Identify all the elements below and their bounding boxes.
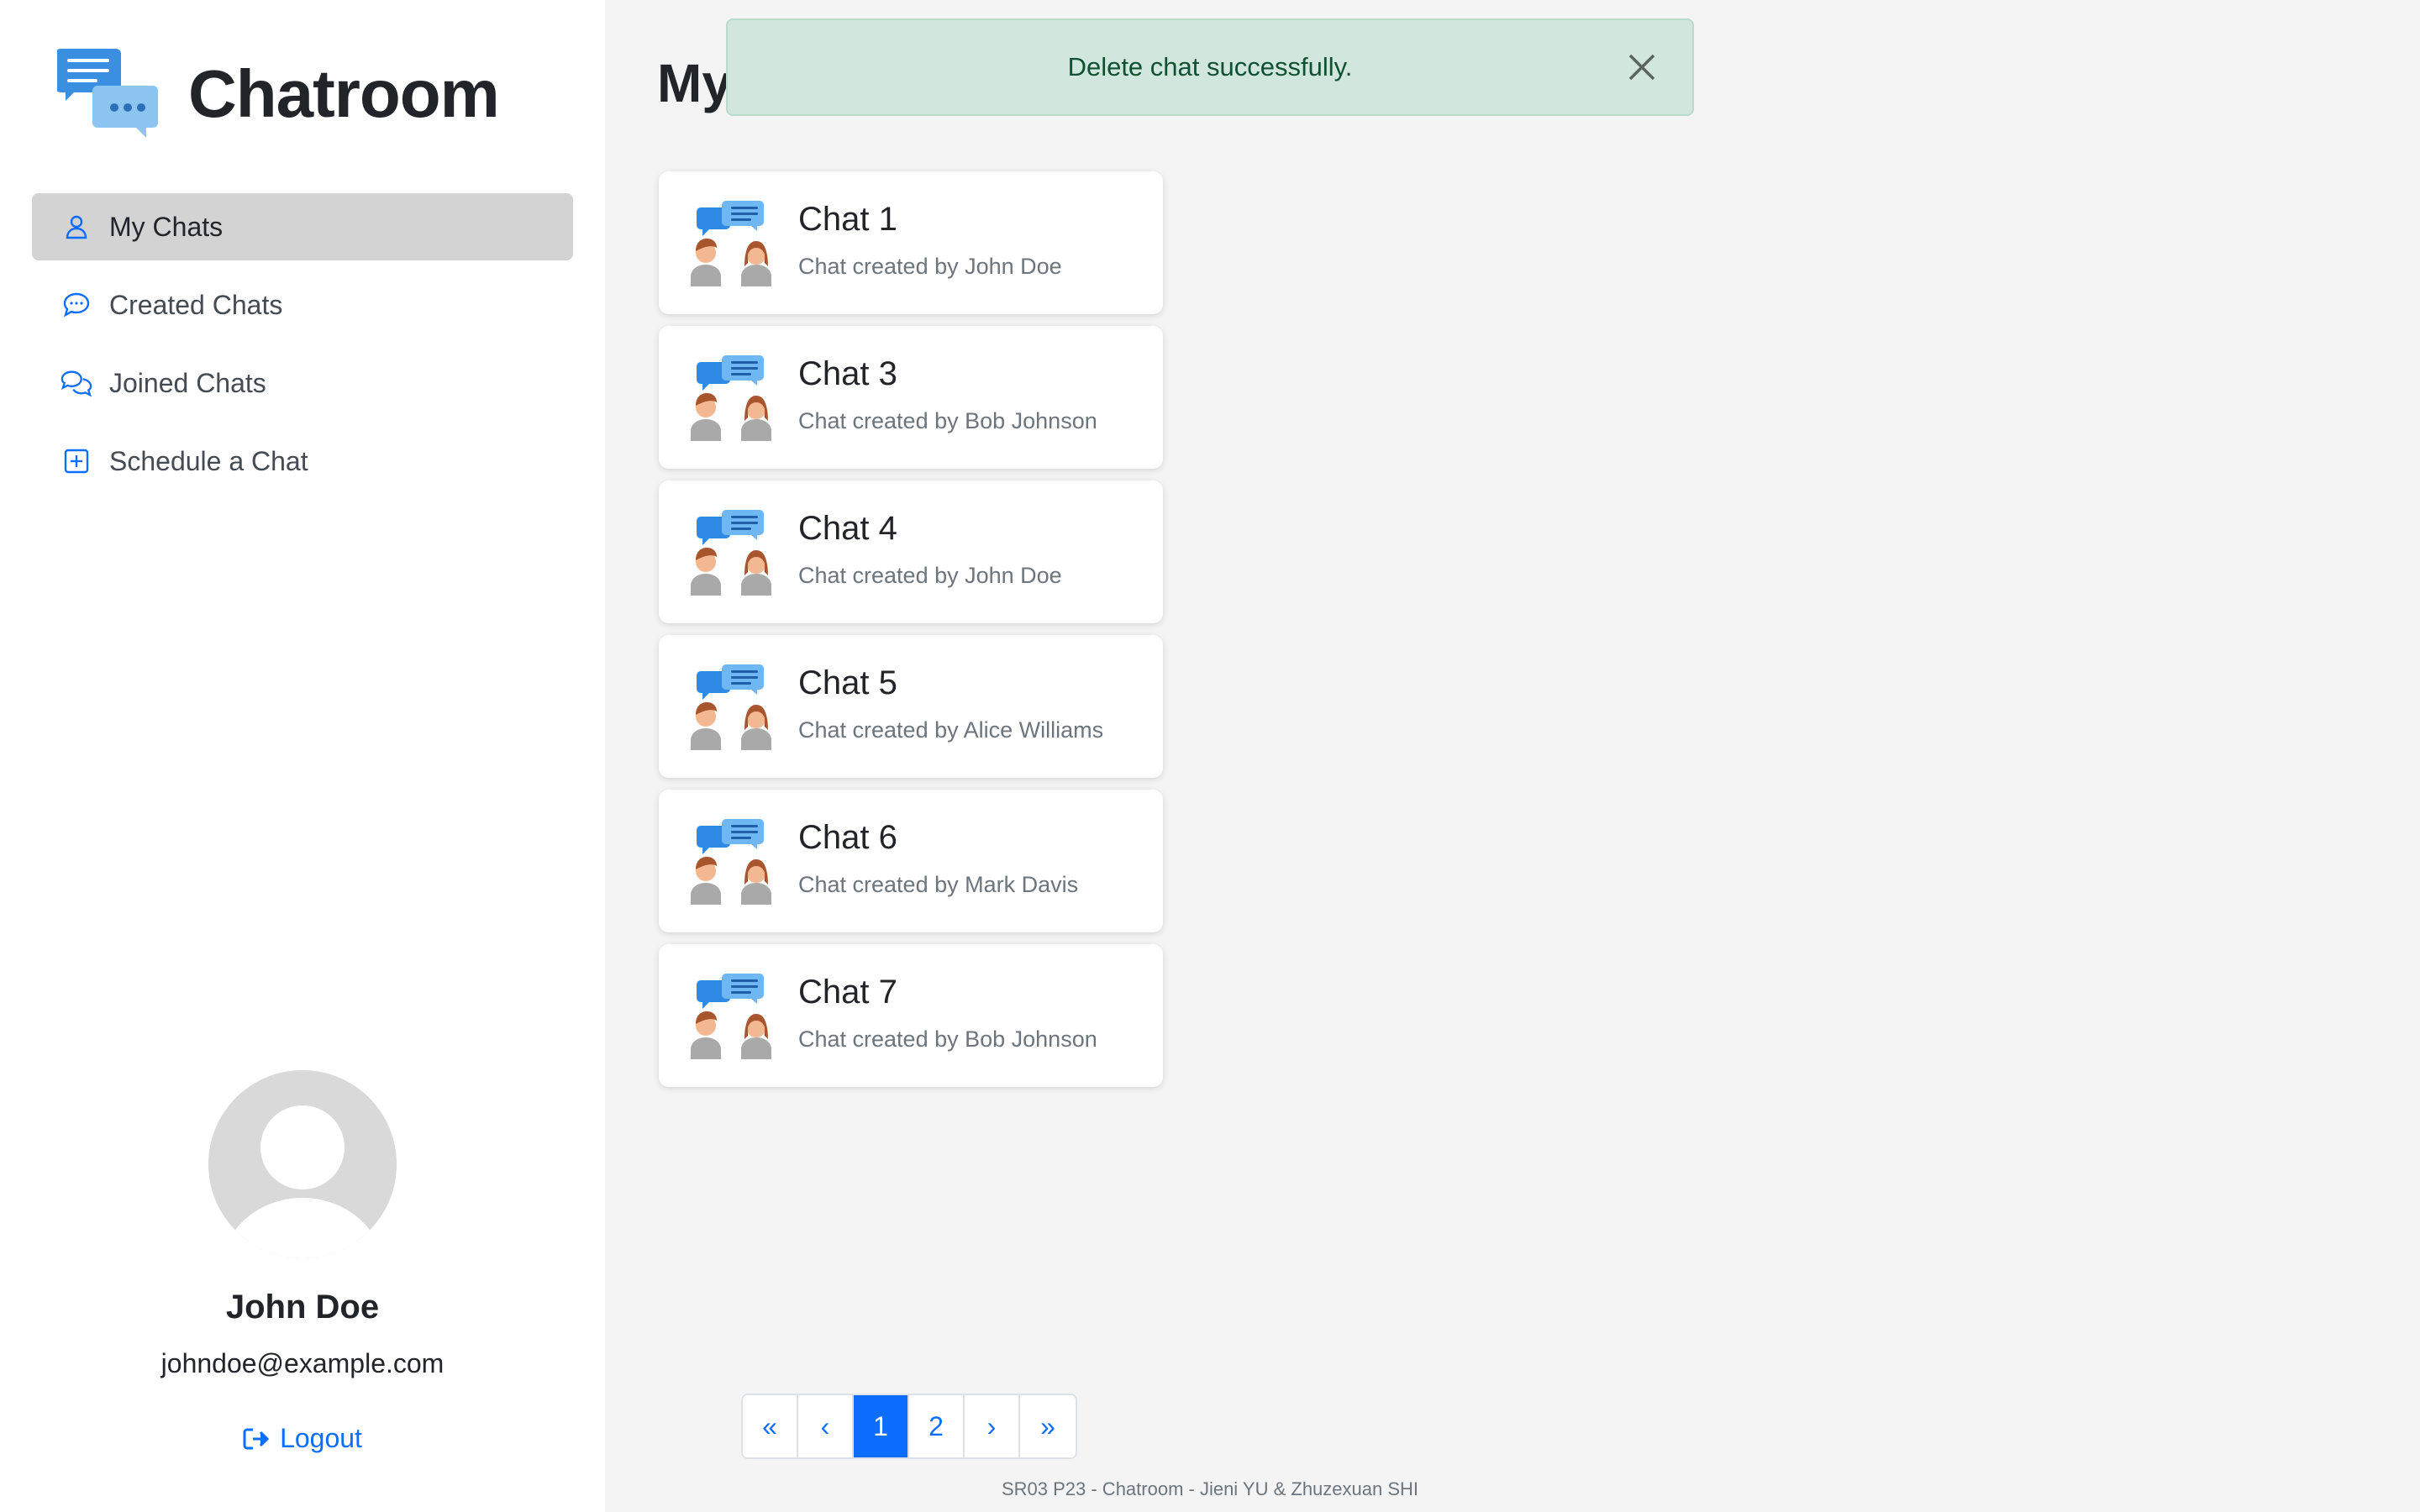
close-icon[interactable] [1625,50,1659,84]
app-title: Chatroom [188,56,500,131]
first-page-button[interactable]: « [743,1395,798,1457]
sidebar-item-joined-chats[interactable]: Joined Chats [32,349,573,417]
person-icon [60,211,92,243]
user-profile: John Doe johndoe@example.com Logout [0,1070,605,1456]
chat-title: Chat 1 [798,201,897,238]
group-chat-icon [691,974,771,1059]
group-chat-icon [691,201,771,286]
sidebar: Chatroom My Chats Created Chats Joined C… [0,0,605,1512]
user-email: johndoe@example.com [160,1348,445,1378]
user-silhouette-icon [208,1070,397,1258]
plus-square-icon [60,445,92,477]
sidebar-item-my-chats[interactable]: My Chats [32,193,573,260]
chat-card[interactable]: Chat 3 Chat created by Bob Johnson [659,326,1163,469]
chat-creator: Chat created by Mark Davis [798,872,1079,897]
chat-card[interactable]: Chat 4 Chat created by John Doe [659,480,1163,623]
page-title: My [657,53,732,113]
next-page-button[interactable]: › [965,1395,1020,1457]
chat-text: Chat 4 Chat created by John Doe [798,510,1062,589]
logout-icon [243,1428,270,1449]
sidebar-item-label: Joined Chats [109,367,266,398]
chat-dots-icon [60,289,92,321]
group-chat-icon [691,510,771,596]
chat-title: Chat 7 [798,974,897,1011]
page-button-2[interactable]: 2 [909,1395,965,1457]
alert-message: Delete chat successfully. [1067,52,1353,81]
brand: Chatroom [57,47,500,141]
chat-title: Chat 3 [798,355,897,392]
prev-page-button[interactable]: ‹ [798,1395,854,1457]
last-page-button[interactable]: » [1020,1395,1076,1457]
footer: SR03 P23 - Chatroom - Jieni YU & Zhuzexu… [1001,1478,1419,1499]
sidebar-item-schedule-chat[interactable]: Schedule a Chat [32,428,573,495]
chat-title: Chat 4 [798,510,897,547]
chat-text: Chat 6 Chat created by Mark Davis [798,819,1079,898]
group-chat-icon [691,664,771,750]
avatar [208,1070,397,1258]
chat-list: Chat 1 Chat created by John Doe Chat 3 C… [659,171,1163,1099]
sidebar-item-label: My Chats [109,211,224,242]
chat-text: Chat 5 Chat created by Alice Williams [798,664,1104,743]
chat-title: Chat 5 [798,664,897,701]
chat-text: Chat 7 Chat created by Bob Johnson [798,974,1097,1053]
chat-creator: Chat created by John Doe [798,254,1062,279]
sidebar-nav: My Chats Created Chats Joined Chats Sche… [32,193,573,506]
page-button-1[interactable]: 1 [854,1395,909,1457]
chat-card[interactable]: Chat 1 Chat created by John Doe [659,171,1163,314]
chat-creator: Chat created by Bob Johnson [798,408,1097,433]
chat-creator: Chat created by Alice Williams [798,717,1104,743]
chat-creator: Chat created by Bob Johnson [798,1026,1097,1052]
chat-title: Chat 6 [798,819,897,856]
user-name: John Doe [225,1289,380,1326]
success-alert: Delete chat successfully. [726,18,1694,116]
chat-text: Chat 1 Chat created by John Doe [798,201,1062,280]
chats-icon [60,367,92,399]
sidebar-item-created-chats[interactable]: Created Chats [32,271,573,339]
logout-label: Logout [280,1423,362,1453]
chat-card[interactable]: Chat 7 Chat created by Bob Johnson [659,944,1163,1087]
chat-card[interactable]: Chat 5 Chat created by Alice Williams [659,635,1163,778]
group-chat-icon [691,819,771,905]
chat-card[interactable]: Chat 6 Chat created by Mark Davis [659,790,1163,932]
chat-creator: Chat created by John Doe [798,563,1062,588]
chat-bubbles-logo-icon [57,49,158,138]
group-chat-icon [691,355,771,441]
logout-button[interactable]: Logout [243,1423,362,1454]
sidebar-item-label: Schedule a Chat [109,445,308,476]
pagination: « ‹ 1 2 › » [741,1394,1077,1459]
sidebar-item-label: Created Chats [109,289,283,320]
chat-text: Chat 3 Chat created by Bob Johnson [798,355,1097,434]
